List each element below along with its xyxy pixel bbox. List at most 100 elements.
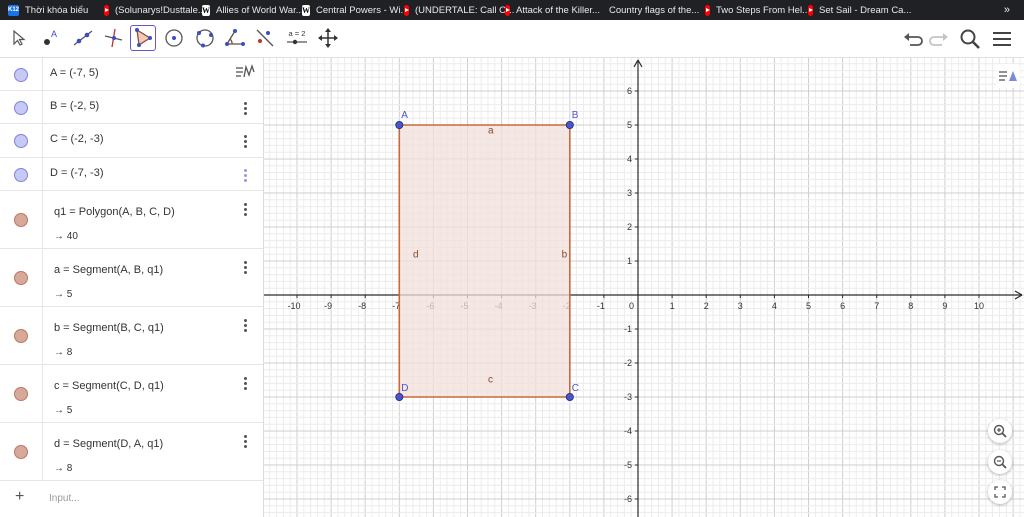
slider-tool-button[interactable]: a = 2	[284, 25, 310, 51]
visibility-toggle[interactable]	[14, 271, 28, 285]
algebra-row[interactable]: a = Segment(A, B, q1) → 5	[0, 249, 263, 307]
algebra-input-row[interactable]: + Input...	[0, 483, 263, 517]
redo-button[interactable]	[926, 26, 952, 52]
move-tool-button[interactable]	[6, 25, 32, 51]
point-D[interactable]	[395, 392, 404, 401]
move-arrows-icon	[318, 28, 338, 48]
visibility-toggle[interactable]	[14, 329, 28, 343]
algebra-row[interactable]: q1 = Polygon(A, B, C, D) → 40	[0, 191, 263, 249]
reflect-tool-button[interactable]	[252, 25, 278, 51]
angle-icon	[225, 29, 245, 46]
add-icon[interactable]: +	[15, 488, 24, 506]
algebra-row[interactable]: A = (-7, 5)	[0, 58, 263, 91]
more-options-icon[interactable]	[243, 435, 247, 448]
x-tick-label: -8	[358, 301, 366, 311]
algebra-definition[interactable]: q1 = Polygon(A, B, C, D)	[54, 206, 175, 218]
x-tick-label: 3	[738, 301, 743, 311]
x-tick-label: 5	[806, 301, 811, 311]
angle-tool-button[interactable]	[222, 25, 248, 51]
circle-three-points-tool-button[interactable]	[192, 25, 218, 51]
bookmark-item[interactable]: Country flags of the...	[603, 0, 705, 20]
bookmark-item[interactable]: K12 Thời khóa biểu	[8, 0, 104, 20]
y-tick-label: 3	[627, 188, 632, 198]
point-tool-button[interactable]: A	[38, 25, 64, 51]
undo-button[interactable]	[900, 26, 926, 52]
bookmark-label: (UNDERTALE: Call O...	[415, 4, 515, 16]
bookmark-item[interactable]: W Allies of World War...	[202, 0, 304, 20]
algebra-row[interactable]: C = (-2, -3)	[0, 124, 263, 158]
algebra-value: → 8	[54, 347, 73, 358]
visibility-toggle[interactable]	[14, 213, 28, 227]
x-tick-label: 6	[840, 301, 845, 311]
row-divider	[42, 249, 43, 306]
bookmark-item[interactable]: W Central Powers - Wi...	[302, 0, 408, 20]
coordinate-plane[interactable]: -10-9-8-7-6-5-4-3-2-112345678910-6-5-4-3…	[264, 58, 1024, 517]
bookmark-item[interactable]: Set Sail - Dream Ca...	[808, 0, 911, 20]
algebra-definition[interactable]: d = Segment(D, A, q1)	[54, 438, 163, 450]
bookmark-item[interactable]: Attack of the Killer...	[505, 0, 603, 20]
visibility-toggle[interactable]	[14, 387, 28, 401]
algebra-row[interactable]: D = (-7, -3)	[0, 158, 263, 191]
origin-label: 0	[629, 301, 634, 311]
algebra-definition[interactable]: C = (-2, -3)	[50, 133, 103, 145]
more-options-icon[interactable]	[243, 377, 247, 390]
more-options-icon[interactable]	[243, 168, 247, 182]
zoom-in-button[interactable]	[988, 419, 1012, 443]
algebra-row[interactable]: b = Segment(B, C, q1) → 8	[0, 307, 263, 365]
algebra-row[interactable]: B = (-2, 5)	[0, 91, 263, 124]
bookmark-item[interactable]: (UNDERTALE: Call O...	[404, 0, 514, 20]
point-B[interactable]	[565, 121, 574, 130]
more-options-icon[interactable]	[243, 261, 247, 274]
visibility-toggle[interactable]	[14, 67, 28, 82]
algebra-definition[interactable]: D = (-7, -3)	[50, 167, 103, 179]
more-options-icon[interactable]	[243, 203, 247, 216]
algebra-row[interactable]: d = Segment(D, A, q1) → 8	[0, 423, 263, 481]
algebra-value: → 8	[54, 463, 73, 474]
segment-label: b	[562, 250, 568, 261]
y-tick-label: -5	[624, 460, 632, 470]
algebra-input-field[interactable]: Input...	[49, 493, 80, 504]
bookmark-item[interactable]: Two Steps From Hel...	[705, 0, 810, 20]
polygon-tool-button[interactable]	[130, 25, 156, 51]
wikipedia-icon: W	[202, 4, 210, 16]
visibility-toggle[interactable]	[14, 100, 28, 115]
point-A[interactable]	[395, 121, 404, 130]
row-divider	[42, 365, 43, 422]
x-tick-label: 1	[670, 301, 675, 311]
redo-icon	[929, 33, 948, 46]
bookmark-item[interactable]: (Solunarys!Dusttale...	[104, 0, 206, 20]
move-graphics-tool-button[interactable]	[315, 25, 341, 51]
graphics-style-button[interactable]	[996, 64, 1020, 88]
bookmarks-overflow-button[interactable]: »	[1004, 4, 1010, 16]
point-C[interactable]	[565, 392, 574, 401]
more-options-icon[interactable]	[243, 101, 247, 115]
youtube-icon	[104, 4, 109, 16]
circle-center-tool-button[interactable]	[161, 25, 187, 51]
y-tick-label: -3	[624, 392, 632, 402]
zoom-out-button[interactable]	[988, 450, 1012, 474]
algebra-definition[interactable]: A = (-7, 5)	[50, 67, 99, 79]
perpendicular-tool-button[interactable]	[100, 25, 126, 51]
more-options-icon[interactable]	[243, 319, 247, 332]
x-tick-label: 7	[874, 301, 879, 311]
search-button[interactable]	[957, 26, 983, 52]
bookmark-label: (Solunarys!Dusttale...	[115, 4, 206, 16]
graphics-style-icon	[999, 71, 1017, 81]
more-options-icon[interactable]	[243, 135, 247, 148]
algebra-definition[interactable]: b = Segment(B, C, q1)	[54, 322, 164, 334]
algebra-definition[interactable]: a = Segment(A, B, q1)	[54, 264, 163, 276]
fullscreen-button[interactable]	[988, 480, 1012, 504]
visibility-toggle[interactable]	[14, 167, 28, 182]
algebra-definition[interactable]: c = Segment(C, D, q1)	[54, 380, 164, 392]
segment-label: c	[488, 374, 493, 385]
graphics-view[interactable]: -10-9-8-7-6-5-4-3-2-112345678910-6-5-4-3…	[264, 58, 1024, 517]
main-menu-button[interactable]	[989, 26, 1015, 52]
polygon-q1[interactable]	[399, 125, 570, 397]
algebra-row[interactable]: c = Segment(C, D, q1) → 5	[0, 365, 263, 423]
line-tool-button[interactable]	[70, 25, 96, 51]
point-label: B	[572, 110, 579, 121]
youtube-icon	[404, 4, 409, 16]
visibility-toggle[interactable]	[14, 134, 28, 148]
visibility-toggle[interactable]	[14, 445, 28, 459]
algebra-definition[interactable]: B = (-2, 5)	[50, 100, 99, 112]
